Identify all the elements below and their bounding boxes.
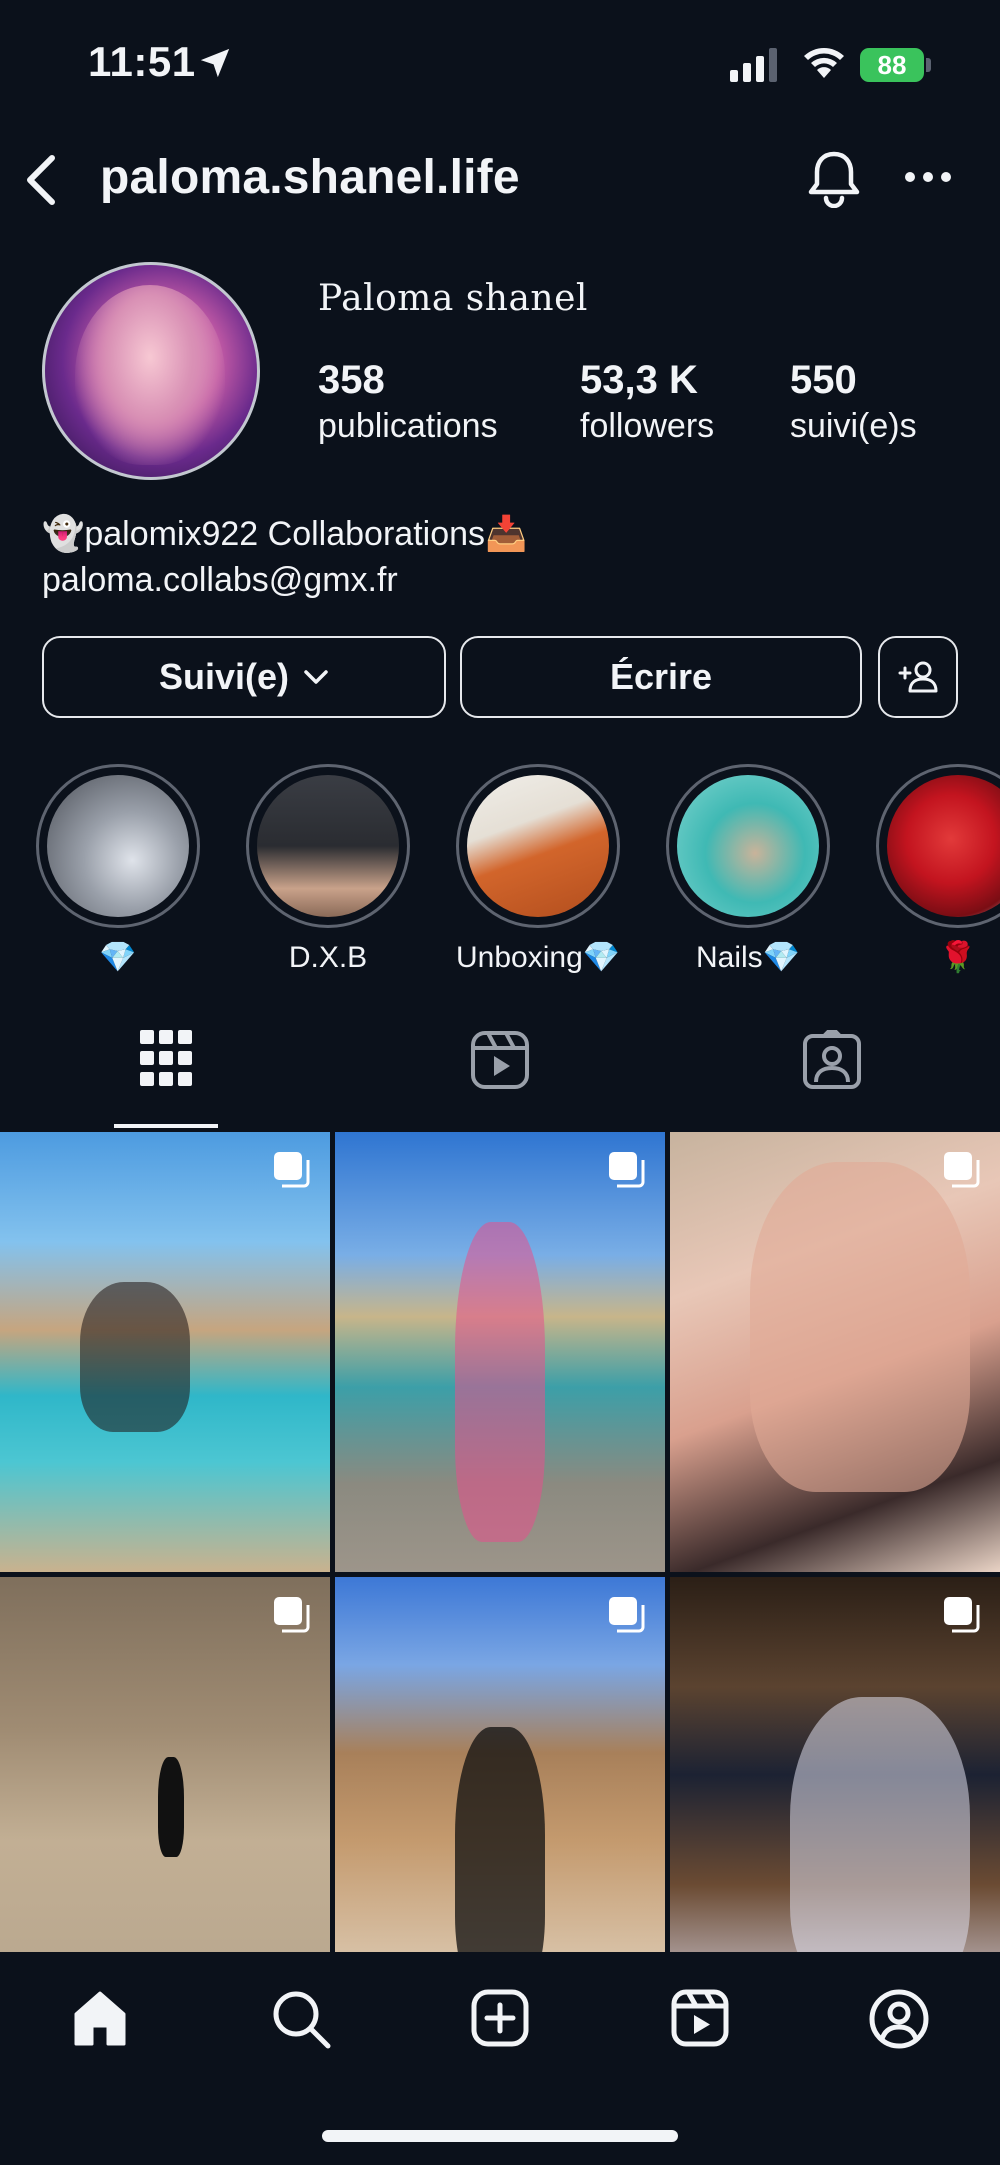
stat-label: suivi(e)s (790, 407, 917, 445)
stat-value: 53,3 K (580, 358, 698, 402)
battery-nub (926, 58, 931, 72)
profile-icon[interactable] (868, 1988, 930, 2050)
multi-photo-icon (274, 1597, 310, 1633)
profile-avatar[interactable] (42, 262, 260, 480)
highlight-ring (876, 764, 1000, 928)
post-thumbnail[interactable] (670, 1577, 1000, 2017)
home-icon[interactable] (70, 1988, 130, 2048)
suggest-people-button[interactable] (878, 636, 958, 718)
post-grid (0, 1132, 1000, 2017)
post-thumbnail[interactable] (335, 1577, 665, 2017)
highlight-cover (887, 775, 1000, 917)
back-chevron-icon[interactable] (22, 152, 62, 208)
highlight-item[interactable]: 🌹 (876, 764, 1000, 978)
home-indicator[interactable] (322, 2130, 678, 2142)
highlight-cover (47, 775, 189, 917)
multi-photo-icon (274, 1152, 310, 1188)
chevron-down-icon (304, 670, 328, 684)
grid-icon[interactable] (140, 1030, 192, 1088)
stat-label: publications (318, 407, 498, 445)
post-thumbnail[interactable] (335, 1132, 665, 1572)
highlight-ring (666, 764, 830, 928)
stat-label: followers (580, 407, 715, 445)
post-thumbnail[interactable] (670, 1132, 1000, 1572)
stat-value: 550 (790, 358, 857, 402)
create-icon[interactable] (470, 1988, 530, 2048)
highlight-ring (246, 764, 410, 928)
stat-following[interactable]: 550 suivi(e)s (790, 356, 917, 448)
status-time: 11:51 (88, 38, 196, 85)
post-subject (455, 1222, 545, 1542)
bio-email-link[interactable]: paloma.collabs@gmx.fr (42, 558, 398, 602)
multi-photo-icon (609, 1597, 645, 1633)
reels-icon[interactable] (670, 1988, 730, 2048)
following-button-label: Suivi(e) (158, 656, 290, 697)
more-options-icon[interactable] (904, 170, 952, 184)
battery-indicator: 88 (860, 48, 924, 82)
stat-publications[interactable]: 358 publications (318, 356, 498, 448)
highlight-item[interactable]: D.X.B (246, 764, 410, 978)
highlight-label: D.X.B (288, 941, 368, 974)
highlight-label: Nails💎 (695, 941, 801, 974)
post-thumbnail[interactable] (0, 1132, 330, 1572)
display-name: Paloma shanel (318, 278, 588, 319)
multi-photo-icon (944, 1597, 980, 1633)
highlight-item[interactable]: 💎 (36, 764, 200, 978)
highlight-cover (257, 775, 399, 917)
message-button[interactable]: Écrire (460, 636, 862, 718)
battery-level: 88 (877, 49, 907, 80)
following-button[interactable]: Suivi(e) (42, 636, 446, 718)
highlight-ring (456, 764, 620, 928)
stat-value: 358 (318, 358, 385, 402)
bio-line: 👻palomix922 Collaborations📥 (42, 515, 528, 553)
post-subject (158, 1757, 184, 1857)
wifi-icon (804, 48, 844, 78)
profile-username: paloma.shanel.life (100, 151, 520, 204)
post-subject (750, 1162, 970, 1492)
reels-tab-icon[interactable] (470, 1030, 530, 1090)
post-thumbnail[interactable] (0, 1577, 330, 2017)
message-button-label: Écrire (609, 656, 713, 697)
location-arrow-icon (200, 48, 230, 78)
highlight-label: Unboxing💎 (456, 941, 621, 974)
stat-followers[interactable]: 53,3 K followers (580, 356, 714, 448)
highlight-label: 💎 (99, 941, 137, 974)
add-person-icon (898, 661, 938, 693)
post-subject (80, 1282, 190, 1432)
multi-photo-icon (944, 1152, 980, 1188)
active-tab-indicator (114, 1124, 218, 1128)
highlight-item[interactable]: Nails💎 (666, 764, 830, 978)
search-icon[interactable] (270, 1988, 332, 2050)
highlight-cover (467, 775, 609, 917)
notification-bell-icon[interactable] (806, 148, 862, 208)
cellular-signal-icon (730, 48, 777, 82)
multi-photo-icon (609, 1152, 645, 1188)
status-bar: 11:51 88 (0, 0, 1000, 120)
highlight-cover (677, 775, 819, 917)
highlight-item[interactable]: Unboxing💎 (456, 764, 620, 978)
tagged-icon[interactable] (802, 1030, 862, 1090)
highlight-label: 🌹 (939, 941, 977, 974)
highlight-ring (36, 764, 200, 928)
